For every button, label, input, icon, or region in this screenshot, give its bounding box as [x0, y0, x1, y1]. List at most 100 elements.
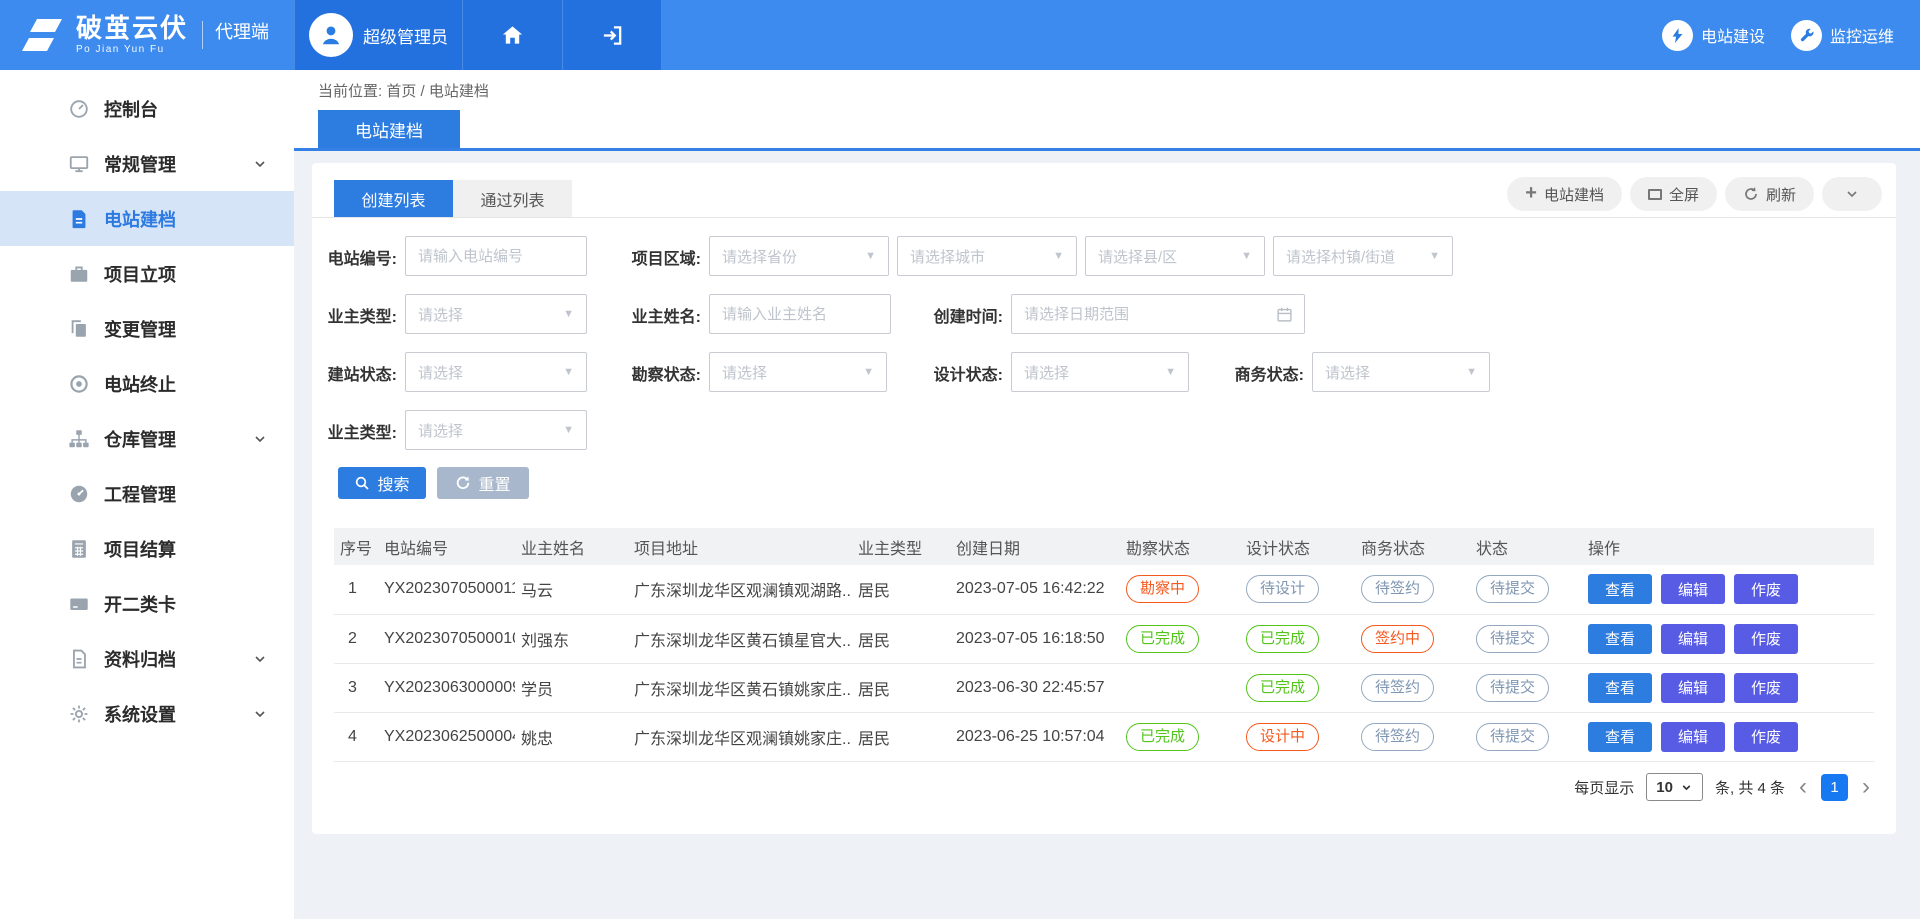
select-caret-icon: ▼ [1429, 250, 1440, 262]
user-menu[interactable]: 超级管理员 [294, 0, 462, 70]
view-button[interactable]: 查看 [1588, 624, 1652, 654]
refresh-button[interactable]: 刷新 [1725, 177, 1814, 211]
cell-created-date: 2023-06-25 10:57:04 [950, 712, 1120, 761]
sidebar-item-open-type2-card[interactable]: 开二类卡 [0, 576, 294, 631]
survey-status-placeholder: 请选择 [722, 362, 767, 383]
sidebar-item-label: 仓库管理 [104, 426, 176, 452]
status-badge: 待签约 [1361, 674, 1434, 702]
cell-owner-name: 学员 [515, 663, 628, 712]
fullscreen-button[interactable]: 全屏 [1630, 177, 1717, 211]
next-page-icon[interactable]: › [1860, 775, 1872, 799]
province-select[interactable]: 请选择省份 ▼ [709, 236, 889, 276]
column-header: 序号 [334, 528, 378, 565]
cell-survey-status: 已完成 [1120, 614, 1240, 663]
owner-type-select[interactable]: 请选择 ▼ [405, 294, 587, 334]
status-badge: 已完成 [1246, 674, 1319, 702]
table-header-row: 序号电站编号业主姓名项目地址业主类型创建日期勘察状态设计状态商务状态状态操作 [334, 528, 1874, 565]
sidebar-item-system-settings[interactable]: 系统设置 [0, 686, 294, 741]
void-button[interactable]: 作废 [1734, 673, 1798, 703]
owner-type2-label: 业主类型: [317, 419, 397, 443]
calendar-icon[interactable] [1276, 306, 1293, 323]
view-button[interactable]: 查看 [1588, 574, 1652, 604]
nav-monitor-ops-label: 监控运维 [1830, 23, 1894, 47]
cell-station-code: YX2023070500011 [378, 565, 515, 614]
cell-business-status: 待签约 [1355, 663, 1470, 712]
sidebar-item-general-mgmt[interactable]: 常规管理 [0, 136, 294, 191]
column-header: 操作 [1582, 528, 1874, 565]
owner-name-input[interactable] [710, 295, 890, 333]
tab-station-archive[interactable]: 电站建档 [318, 110, 460, 148]
village-select[interactable]: 请选择村镇/街道 ▼ [1273, 236, 1453, 276]
list-tabs: 创建列表 通过列表 [334, 180, 572, 217]
sidebar-item-dashboard[interactable]: 控制台 [0, 81, 294, 136]
design-status-select[interactable]: 请选择 ▼ [1011, 352, 1189, 392]
select-caret-icon: ▼ [563, 366, 574, 378]
cell-station-code: YX2023062500004 [378, 712, 515, 761]
refresh-label: 刷新 [1766, 184, 1796, 205]
sidebar-item-data-archive[interactable]: 资料归档 [0, 631, 294, 686]
date-range-input[interactable] [1012, 295, 1304, 333]
page-number[interactable]: 1 [1821, 774, 1848, 801]
edit-button[interactable]: 编辑 [1661, 574, 1725, 604]
calculator-icon [68, 538, 90, 560]
breadcrumb-row: 当前位置: 首页 / 电站建档 [294, 70, 1920, 110]
cell-status-status: 待提交 [1470, 565, 1582, 614]
status-badge: 待签约 [1361, 723, 1434, 751]
logout-icon [601, 24, 624, 47]
reset-button[interactable]: 重置 [437, 467, 529, 499]
column-header: 项目地址 [628, 528, 852, 565]
city-select[interactable]: 请选择城市 ▼ [897, 236, 1077, 276]
sidebar-item-warehouse-mgmt[interactable]: 仓库管理 [0, 411, 294, 466]
person-icon [318, 22, 344, 48]
chevron-down-icon [252, 431, 268, 447]
sidebar-item-label: 常规管理 [104, 151, 176, 177]
design-status-placeholder: 请选择 [1024, 362, 1069, 383]
cell-actions: 查看编辑作废 [1582, 712, 1874, 761]
void-button[interactable]: 作废 [1734, 574, 1798, 604]
county-select[interactable]: 请选择县/区 ▼ [1085, 236, 1265, 276]
station-code-input[interactable] [406, 237, 586, 275]
sidebar-item-label: 电站建档 [104, 206, 176, 232]
edit-button[interactable]: 编辑 [1661, 624, 1725, 654]
business-status-select[interactable]: 请选择 ▼ [1312, 352, 1490, 392]
home-button[interactable] [462, 0, 562, 70]
reset-icon [455, 475, 471, 491]
edit-button[interactable]: 编辑 [1661, 673, 1725, 703]
survey-status-select[interactable]: 请选择 ▼ [709, 352, 887, 392]
tab-passed-list[interactable]: 通过列表 [453, 180, 572, 217]
sidebar-item-station-terminate[interactable]: 电站终止 [0, 356, 294, 411]
county-placeholder: 请选择县/区 [1098, 246, 1177, 267]
sidebar-item-engineering-mgmt[interactable]: 工程管理 [0, 466, 294, 521]
nav-station-build[interactable]: 电站建设 [1662, 20, 1765, 51]
build-status-select[interactable]: 请选择 ▼ [405, 352, 587, 392]
cell-owner-type: 居民 [852, 663, 950, 712]
sidebar-item-project-initiation[interactable]: 项目立项 [0, 246, 294, 301]
void-button[interactable]: 作废 [1734, 722, 1798, 752]
cell-index: 2 [334, 614, 378, 663]
collapse-toolbar-button[interactable] [1822, 177, 1882, 211]
search-button[interactable]: 搜索 [338, 467, 426, 499]
view-button[interactable]: 查看 [1588, 673, 1652, 703]
nav-monitor-ops[interactable]: 监控运维 [1791, 20, 1894, 51]
cell-station-code: YX2023063000009 [378, 663, 515, 712]
per-page-select[interactable]: 10 [1646, 773, 1703, 801]
tab-create-list[interactable]: 创建列表 [334, 180, 453, 217]
sidebar-item-label: 开二类卡 [104, 591, 176, 617]
view-button[interactable]: 查看 [1588, 722, 1652, 752]
sitemap-icon [68, 428, 90, 450]
refresh-icon [1743, 186, 1759, 202]
owner-type2-select[interactable]: 请选择 ▼ [405, 410, 587, 450]
business-status-label: 商务状态: [1224, 361, 1304, 385]
edit-button[interactable]: 编辑 [1661, 722, 1725, 752]
logout-button[interactable] [562, 0, 662, 70]
void-button[interactable]: 作废 [1734, 624, 1798, 654]
sidebar-item-label: 项目结算 [104, 536, 176, 562]
station-table: 序号电站编号业主姓名项目地址业主类型创建日期勘察状态设计状态商务状态状态操作 1… [334, 528, 1874, 762]
column-header: 商务状态 [1355, 528, 1470, 565]
sidebar-item-change-mgmt[interactable]: 变更管理 [0, 301, 294, 356]
create-station-button[interactable]: + 电站建档 [1507, 177, 1622, 211]
prev-page-icon[interactable]: ‹ [1797, 775, 1809, 799]
sidebar-item-station-archive[interactable]: 电站建档 [0, 191, 294, 246]
select-caret-icon: ▼ [1466, 366, 1477, 378]
sidebar-item-project-settlement[interactable]: 项目结算 [0, 521, 294, 576]
